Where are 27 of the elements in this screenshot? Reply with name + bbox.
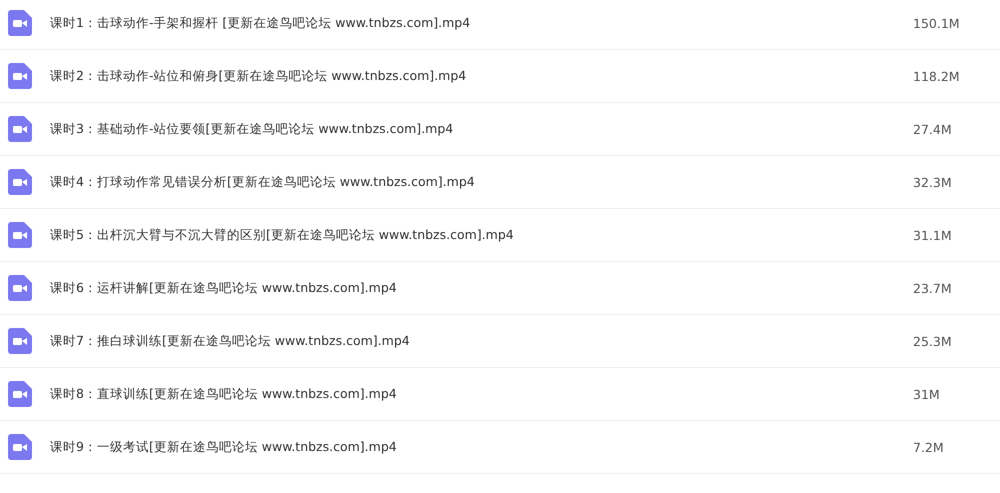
- file-name[interactable]: 课时2：击球动作-站位和俯身[更新在途鸟吧论坛 www.tnbzs.com].mp4: [50, 68, 913, 84]
- video-file-icon: [8, 116, 32, 142]
- file-name[interactable]: 课时7：推白球训练[更新在途鸟吧论坛 www.tnbzs.com].mp4: [50, 332, 913, 350]
- file-size: 25.3M: [913, 334, 953, 348]
- file-size: 32.3M: [913, 174, 953, 190]
- file-size: 150.1M: [913, 16, 961, 30]
- file-size: 31.1M: [913, 228, 953, 242]
- video-file-icon: [8, 169, 32, 195]
- file-size: 118.2M: [913, 68, 961, 84]
- video-file-icon: [8, 222, 32, 248]
- video-file-icon: [8, 63, 32, 89]
- video-file-icon: [8, 10, 32, 36]
- video-file-icon: [8, 328, 32, 354]
- file-size: 31M: [913, 386, 941, 402]
- file-name[interactable]: 课时6：运杆讲解[更新在途鸟吧论坛 www.tnbzs.com].mp4: [50, 280, 913, 296]
- video-file-icon: [8, 275, 32, 301]
- file-name[interactable]: 课时4：打球动作常见错误分析[更新在途鸟吧论坛 www.tnbzs.com].mp4: [50, 174, 913, 190]
- file-name[interactable]: 课时5：出杆沉大臂与不沉大臂的区别[更新在途鸟吧论坛 www.tnbzs.com].mp4: [50, 226, 913, 244]
- file-name[interactable]: 课时9：一级考试[更新在途鸟吧论坛 www.tnbzs.com].mp4: [50, 438, 913, 456]
- video-file-icon: [8, 381, 32, 407]
- file-name[interactable]: 课时8：直球训练[更新在途鸟吧论坛 www.tnbzs.com].mp4: [50, 386, 913, 402]
- file-name[interactable]: 课时3：基础动作-站位要领[更新在途鸟吧论坛 www.tnbzs.com].mp4: [50, 120, 913, 138]
- file-size: 27.4M: [913, 122, 953, 136]
- video-file-icon: [8, 434, 32, 460]
- file-size: 23.7M: [913, 280, 953, 296]
- file-name[interactable]: 课时1：击球动作-手架和握杆 [更新在途鸟吧论坛 www.tnbzs.com].mp4: [50, 14, 913, 32]
- file-size: 7.2M: [913, 440, 945, 454]
